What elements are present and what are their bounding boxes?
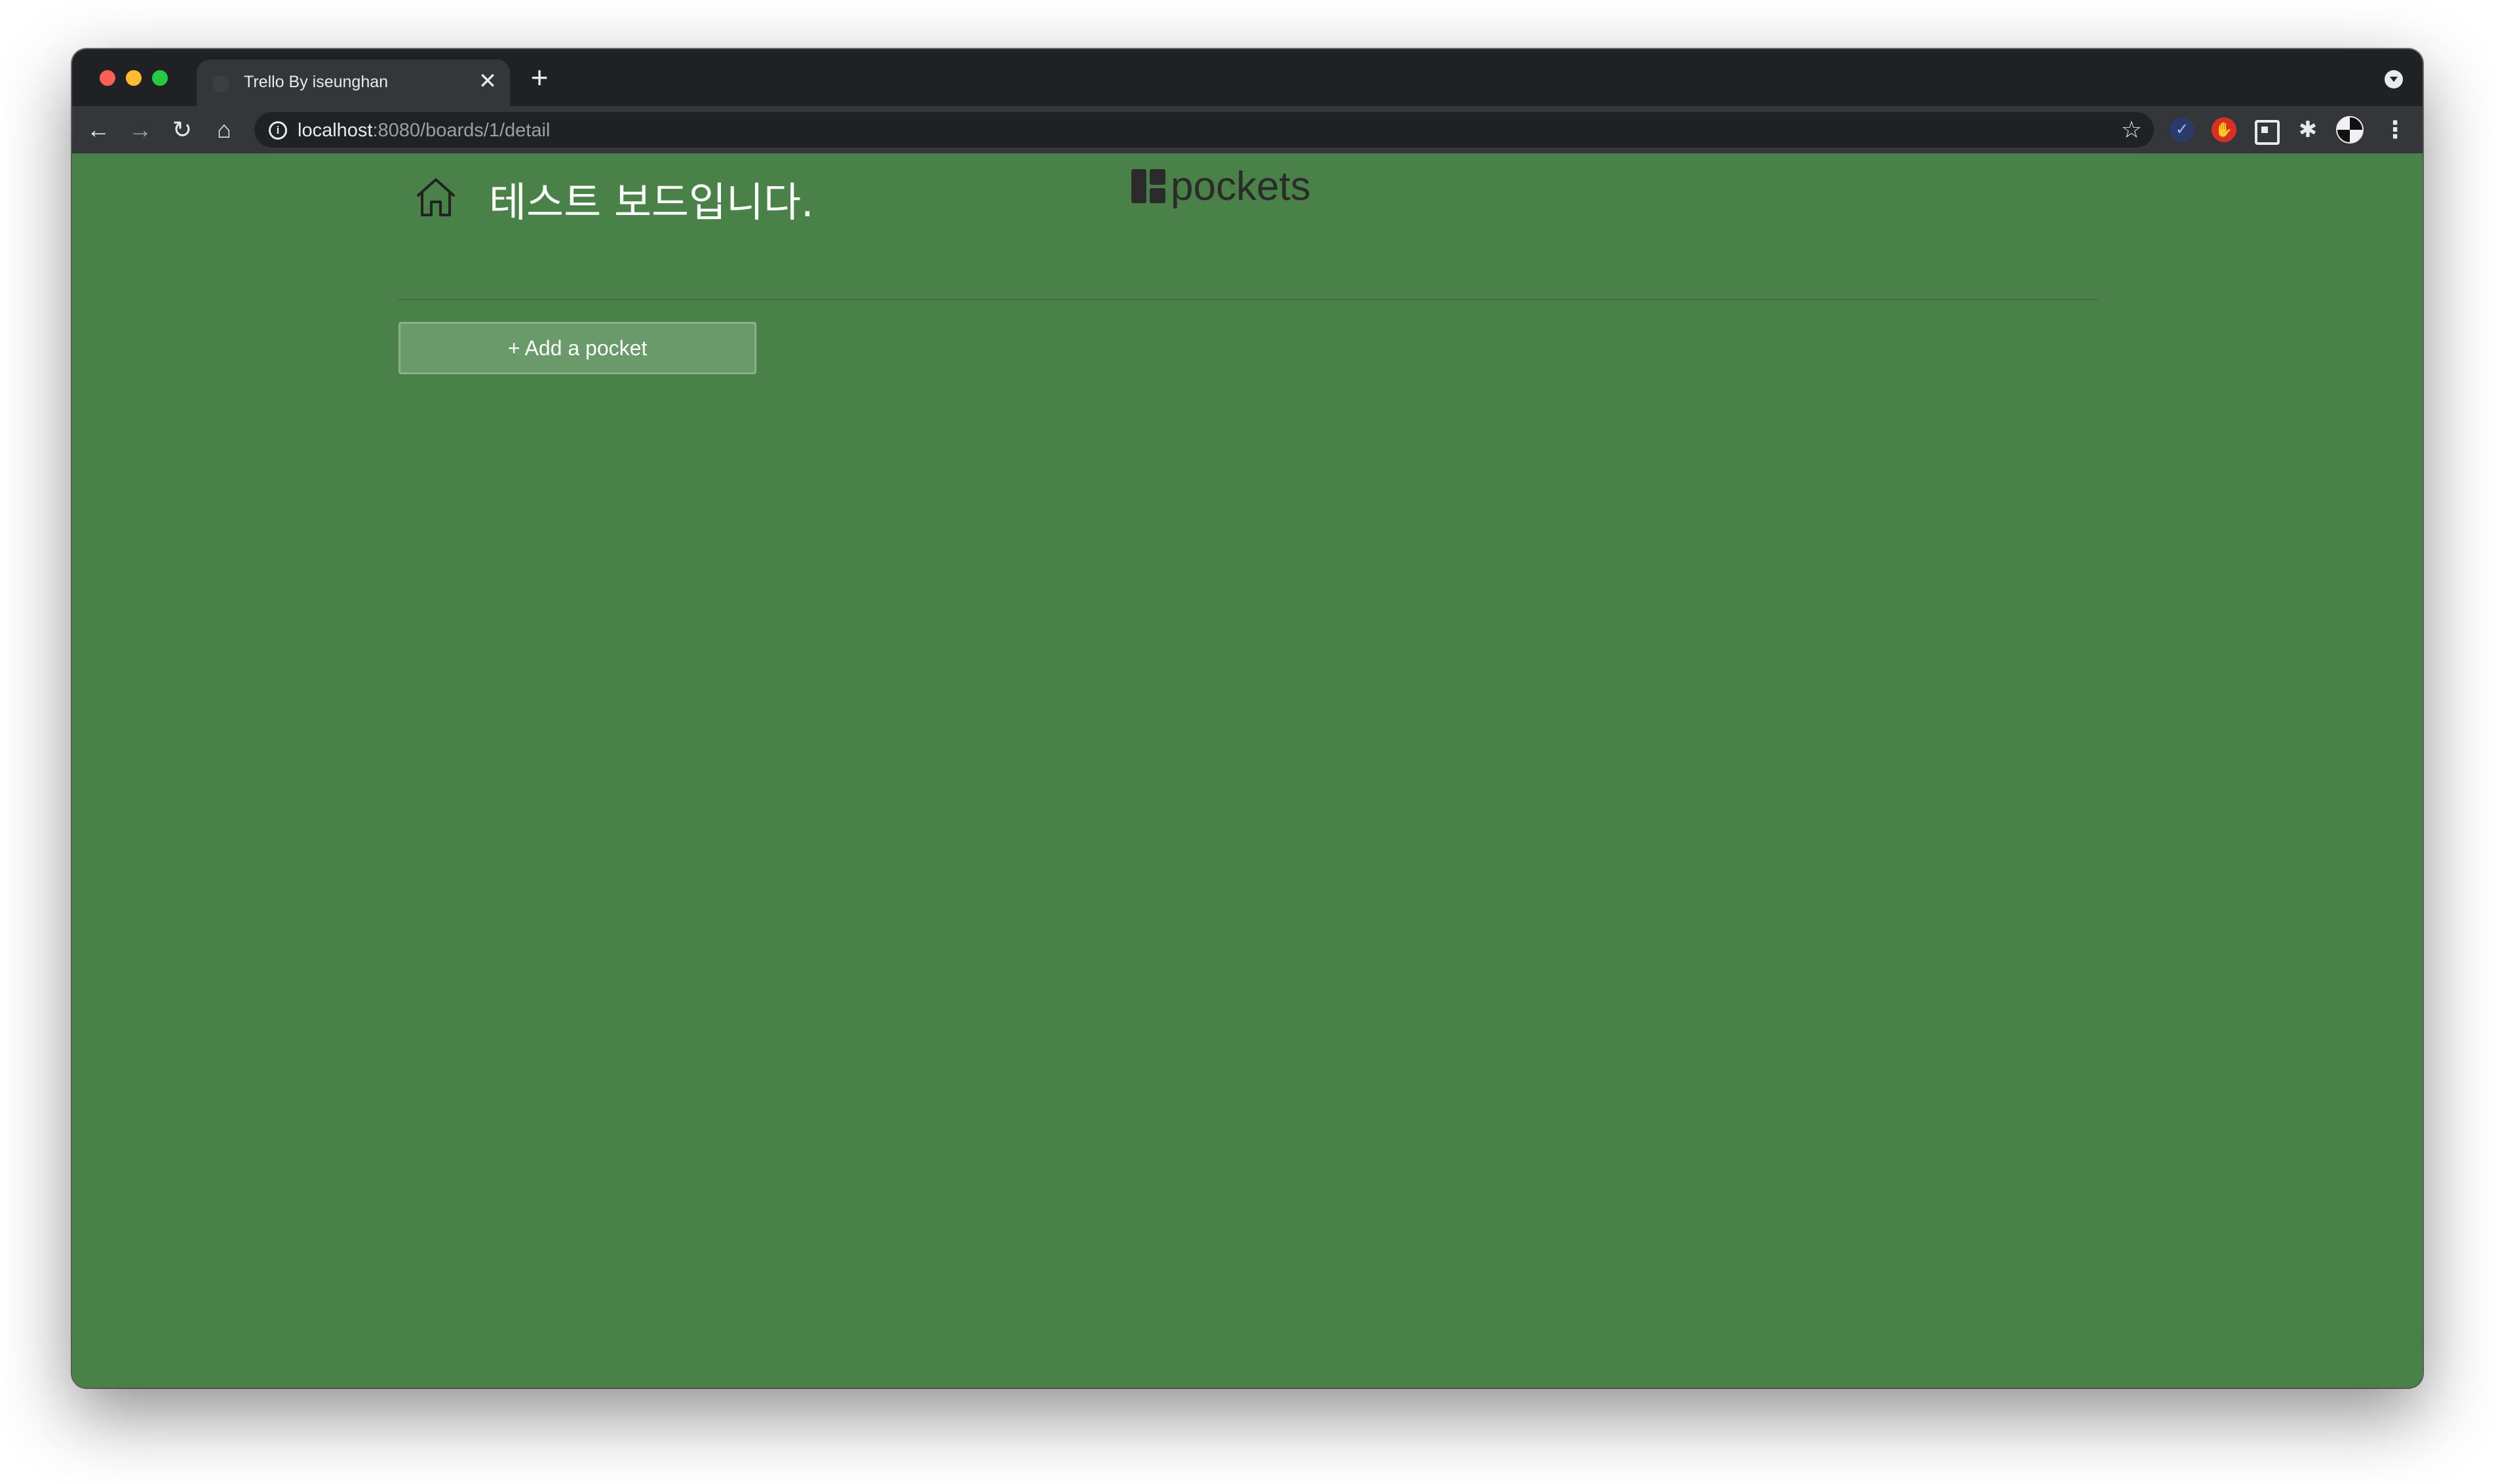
address-bar[interactable]: i localhost:8080/boards/1/detail ☆ xyxy=(254,112,2154,147)
checkmark-extension-icon[interactable]: ✓ xyxy=(2170,117,2194,142)
reload-button[interactable]: ↻ xyxy=(166,114,198,146)
add-pocket-button[interactable]: + Add a pocket xyxy=(399,322,756,374)
logo-text: pockets xyxy=(1171,163,1311,209)
header-divider xyxy=(399,299,2097,300)
url-text[interactable]: localhost:8080/boards/1/detail xyxy=(298,120,550,142)
browser-menu-icon[interactable]: ⋮ xyxy=(2379,114,2411,146)
profile-avatar[interactable] xyxy=(2336,116,2364,144)
browser-window: Trello By iseunghan ✕ + ← → ↻ ⌂ i localh… xyxy=(72,49,2423,1388)
board-title: 테스트 보드입니다. xyxy=(489,178,814,226)
tab-strip: Trello By iseunghan ✕ + xyxy=(72,49,2423,106)
hand-extension-icon[interactable]: ✋ xyxy=(2212,117,2236,142)
board-page: 테스트 보드입니다. pockets + Add a pocket xyxy=(72,153,2423,1388)
favicon-icon xyxy=(212,75,229,92)
forward-button[interactable]: → xyxy=(125,114,156,146)
browser-toolbar: ← → ↻ ⌂ i localhost:8080/boards/1/detail… xyxy=(72,106,2423,153)
home-icon[interactable] xyxy=(413,174,459,220)
bookmark-star-icon[interactable]: ☆ xyxy=(2121,116,2142,144)
tab-search-icon[interactable] xyxy=(2385,70,2403,88)
new-tab-button[interactable]: + xyxy=(523,61,556,94)
window-minimize-button[interactable] xyxy=(126,70,142,86)
board-logo-icon xyxy=(1131,169,1165,203)
window-close-button[interactable] xyxy=(100,70,115,86)
window-maximize-button[interactable] xyxy=(152,70,168,86)
back-button[interactable]: ← xyxy=(83,114,114,146)
qr-code-extension-icon[interactable] xyxy=(2255,120,2280,145)
tab-title: Trello By iseunghan xyxy=(244,73,389,91)
url-host: localhost xyxy=(298,120,373,141)
extensions-puzzle-icon[interactable]: ✱ xyxy=(2295,117,2320,142)
app-logo[interactable]: pockets xyxy=(1131,160,1311,212)
url-path: :8080/boards/1/detail xyxy=(372,120,551,141)
browser-home-button[interactable]: ⌂ xyxy=(208,114,240,146)
tab-close-icon[interactable]: ✕ xyxy=(475,68,501,94)
site-info-icon[interactable]: i xyxy=(269,121,287,140)
browser-tab[interactable]: Trello By iseunghan ✕ xyxy=(197,60,510,106)
